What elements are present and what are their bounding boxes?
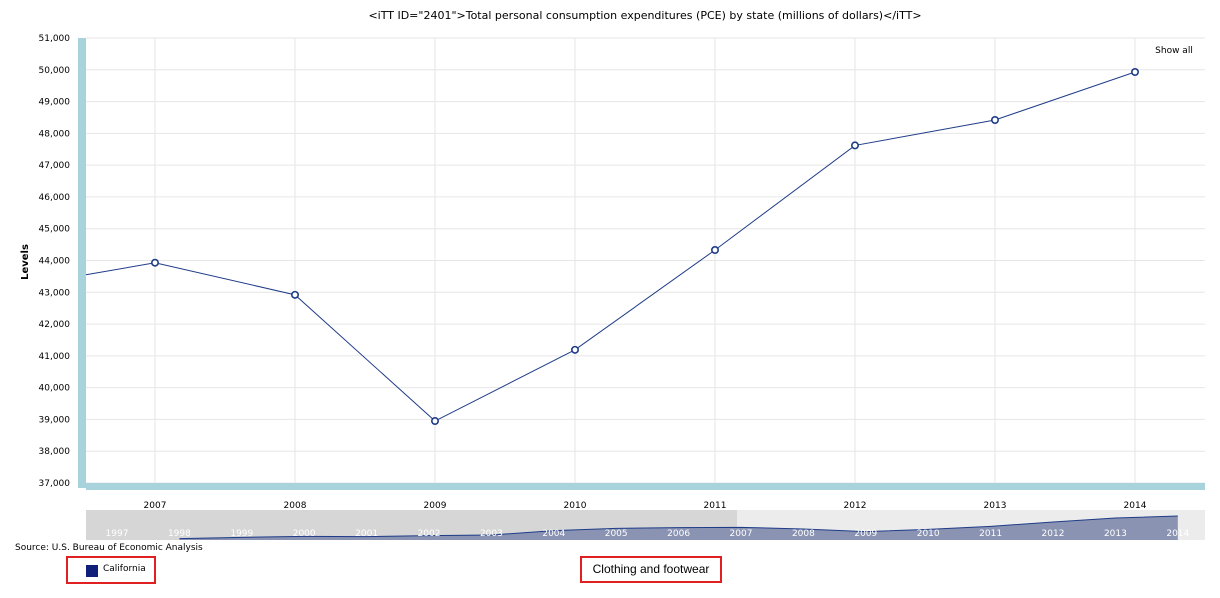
y-tick-label: 50,000 [39, 66, 71, 76]
navigator-year-label: 1997 [106, 529, 129, 539]
navigator-year-label: 2014 [1166, 529, 1189, 539]
x-tick-label: 2008 [284, 501, 307, 511]
y-tick-label: 45,000 [39, 225, 71, 235]
legend-swatch-california [86, 565, 98, 577]
navigator-year-label: 2001 [355, 529, 378, 539]
navigator-year-label: 2005 [605, 529, 628, 539]
legend-label-california: California [103, 564, 146, 574]
x-tick-label: 2012 [844, 501, 867, 511]
line-chart: 37,000 38,000 39,000 40,000 41,000 42,000 43,0… [20, 34, 1205, 540]
x-axis-bar [86, 483, 1205, 490]
y-tick-label: 46,000 [39, 193, 71, 203]
show-all-button[interactable]: Show all [1150, 44, 1198, 58]
y-tick-label: 37,000 [39, 479, 71, 489]
y-tick-label: 48,000 [39, 129, 71, 139]
data-point [570, 345, 579, 354]
grid-layer [86, 37, 1205, 484]
y-tick-label: 44,000 [39, 257, 71, 267]
x-tick-label: 2007 [144, 501, 167, 511]
data-point [430, 417, 439, 426]
series-line-california [85, 71, 1136, 422]
navigator-year-label: 2006 [667, 529, 690, 539]
data-point [290, 290, 299, 299]
navigator-year-label: 2008 [792, 529, 815, 539]
y-tick-label: 39,000 [39, 415, 71, 425]
y-axis-bar [78, 38, 86, 488]
y-tick-label: 49,000 [39, 98, 71, 108]
y-tick-label: 40,000 [39, 384, 71, 394]
navigator-year-label: 2013 [1104, 529, 1127, 539]
x-tick-label: 2009 [424, 501, 447, 511]
navigator-year-label: 2010 [917, 529, 940, 539]
navigator-year-label: 2012 [1042, 529, 1065, 539]
navigator-year-label: 1998 [168, 529, 191, 539]
y-tick-label: 47,000 [39, 161, 71, 171]
data-point [151, 258, 160, 267]
data-point [1131, 68, 1140, 77]
navigator-year-label: 2002 [418, 529, 441, 539]
navigator-year-label: 2011 [979, 529, 1002, 539]
data-point [990, 116, 999, 125]
navigator[interactable]: 1997 1998 1999 2000 2001 2002 2003 2004 2005 2006… [86, 510, 1205, 540]
y-tick-label: 41,000 [39, 352, 71, 362]
data-point [850, 141, 859, 150]
y-tick-label: 42,000 [39, 320, 71, 330]
subject-label: Clothing and footwear [580, 556, 722, 583]
navigator-year-label: 2007 [730, 529, 753, 539]
x-tick-label: 2013 [984, 501, 1007, 511]
y-axis-label: Levels [20, 244, 31, 280]
x-tick-label: 2011 [704, 501, 727, 511]
navigator-year-label: 2009 [854, 529, 877, 539]
navigator-year-label: 2000 [293, 529, 316, 539]
source-note: Source: U.S. Bureau of Economic Analysis [15, 543, 203, 553]
navigator-year-label: 1999 [230, 529, 253, 539]
navigator-year-label: 2004 [542, 529, 565, 539]
data-point [710, 246, 719, 255]
x-tick-label: 2010 [564, 501, 587, 511]
navigator-year-label: 2003 [480, 529, 503, 539]
y-tick-label: 38,000 [39, 447, 71, 457]
x-tick-label: 2014 [1124, 501, 1147, 511]
y-tick-label: 43,000 [39, 288, 71, 298]
y-tick-label: 51,000 [39, 34, 71, 44]
axis-layer: 37,000 38,000 39,000 40,000 41,000 42,000 43,0… [39, 34, 1205, 511]
series-layer [85, 68, 1140, 426]
legend[interactable]: California [66, 556, 156, 584]
